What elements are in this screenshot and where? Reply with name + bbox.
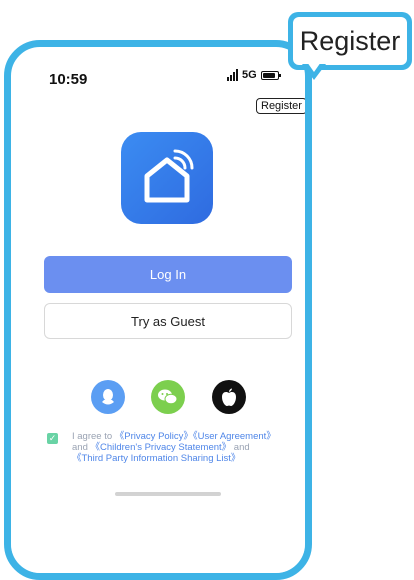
bottom-fade [11,467,305,573]
home-indicator [115,492,221,496]
app-logo [121,132,213,224]
wechat-login-button[interactable] [151,380,185,414]
signal-icon [227,69,238,81]
qq-icon [102,389,114,405]
apple-icon [222,388,236,406]
third-party-list-link[interactable]: 《Third Party Information Sharing List》 [72,453,240,464]
login-button[interactable]: Log In [44,256,292,293]
guest-button[interactable]: Try as Guest [44,303,292,339]
user-agreement-link[interactable]: 《User Agreement》 [193,431,276,442]
apple-login-button[interactable] [212,380,246,414]
qq-login-button[interactable] [91,380,125,414]
privacy-policy-link[interactable]: 《Privacy Policy》 [115,431,193,442]
agreement-text: I agree to 《Privacy Policy》《User Agreeme… [72,431,282,464]
status-time: 10:59 [49,71,88,88]
battery-icon [260,70,281,80]
callout-label: Register [293,17,407,65]
network-label: 5G [242,69,257,81]
wechat-icon [158,389,178,405]
agreement-and-1: and [72,442,91,453]
agreement-and-2: and [231,442,250,453]
status-icons: 5G [227,69,281,81]
smart-home-icon [144,149,194,203]
agree-checkbox[interactable]: ✓ [47,433,58,444]
childrens-privacy-link[interactable]: 《Children's Privacy Statement》 [91,442,232,453]
phone-frame: 10:59 5G Register Log In Try as Guest ✓ … [4,40,312,580]
register-button[interactable]: Register [256,98,305,114]
callout-pointer-inner [307,62,321,72]
agreement-prefix: I agree to [72,431,115,442]
